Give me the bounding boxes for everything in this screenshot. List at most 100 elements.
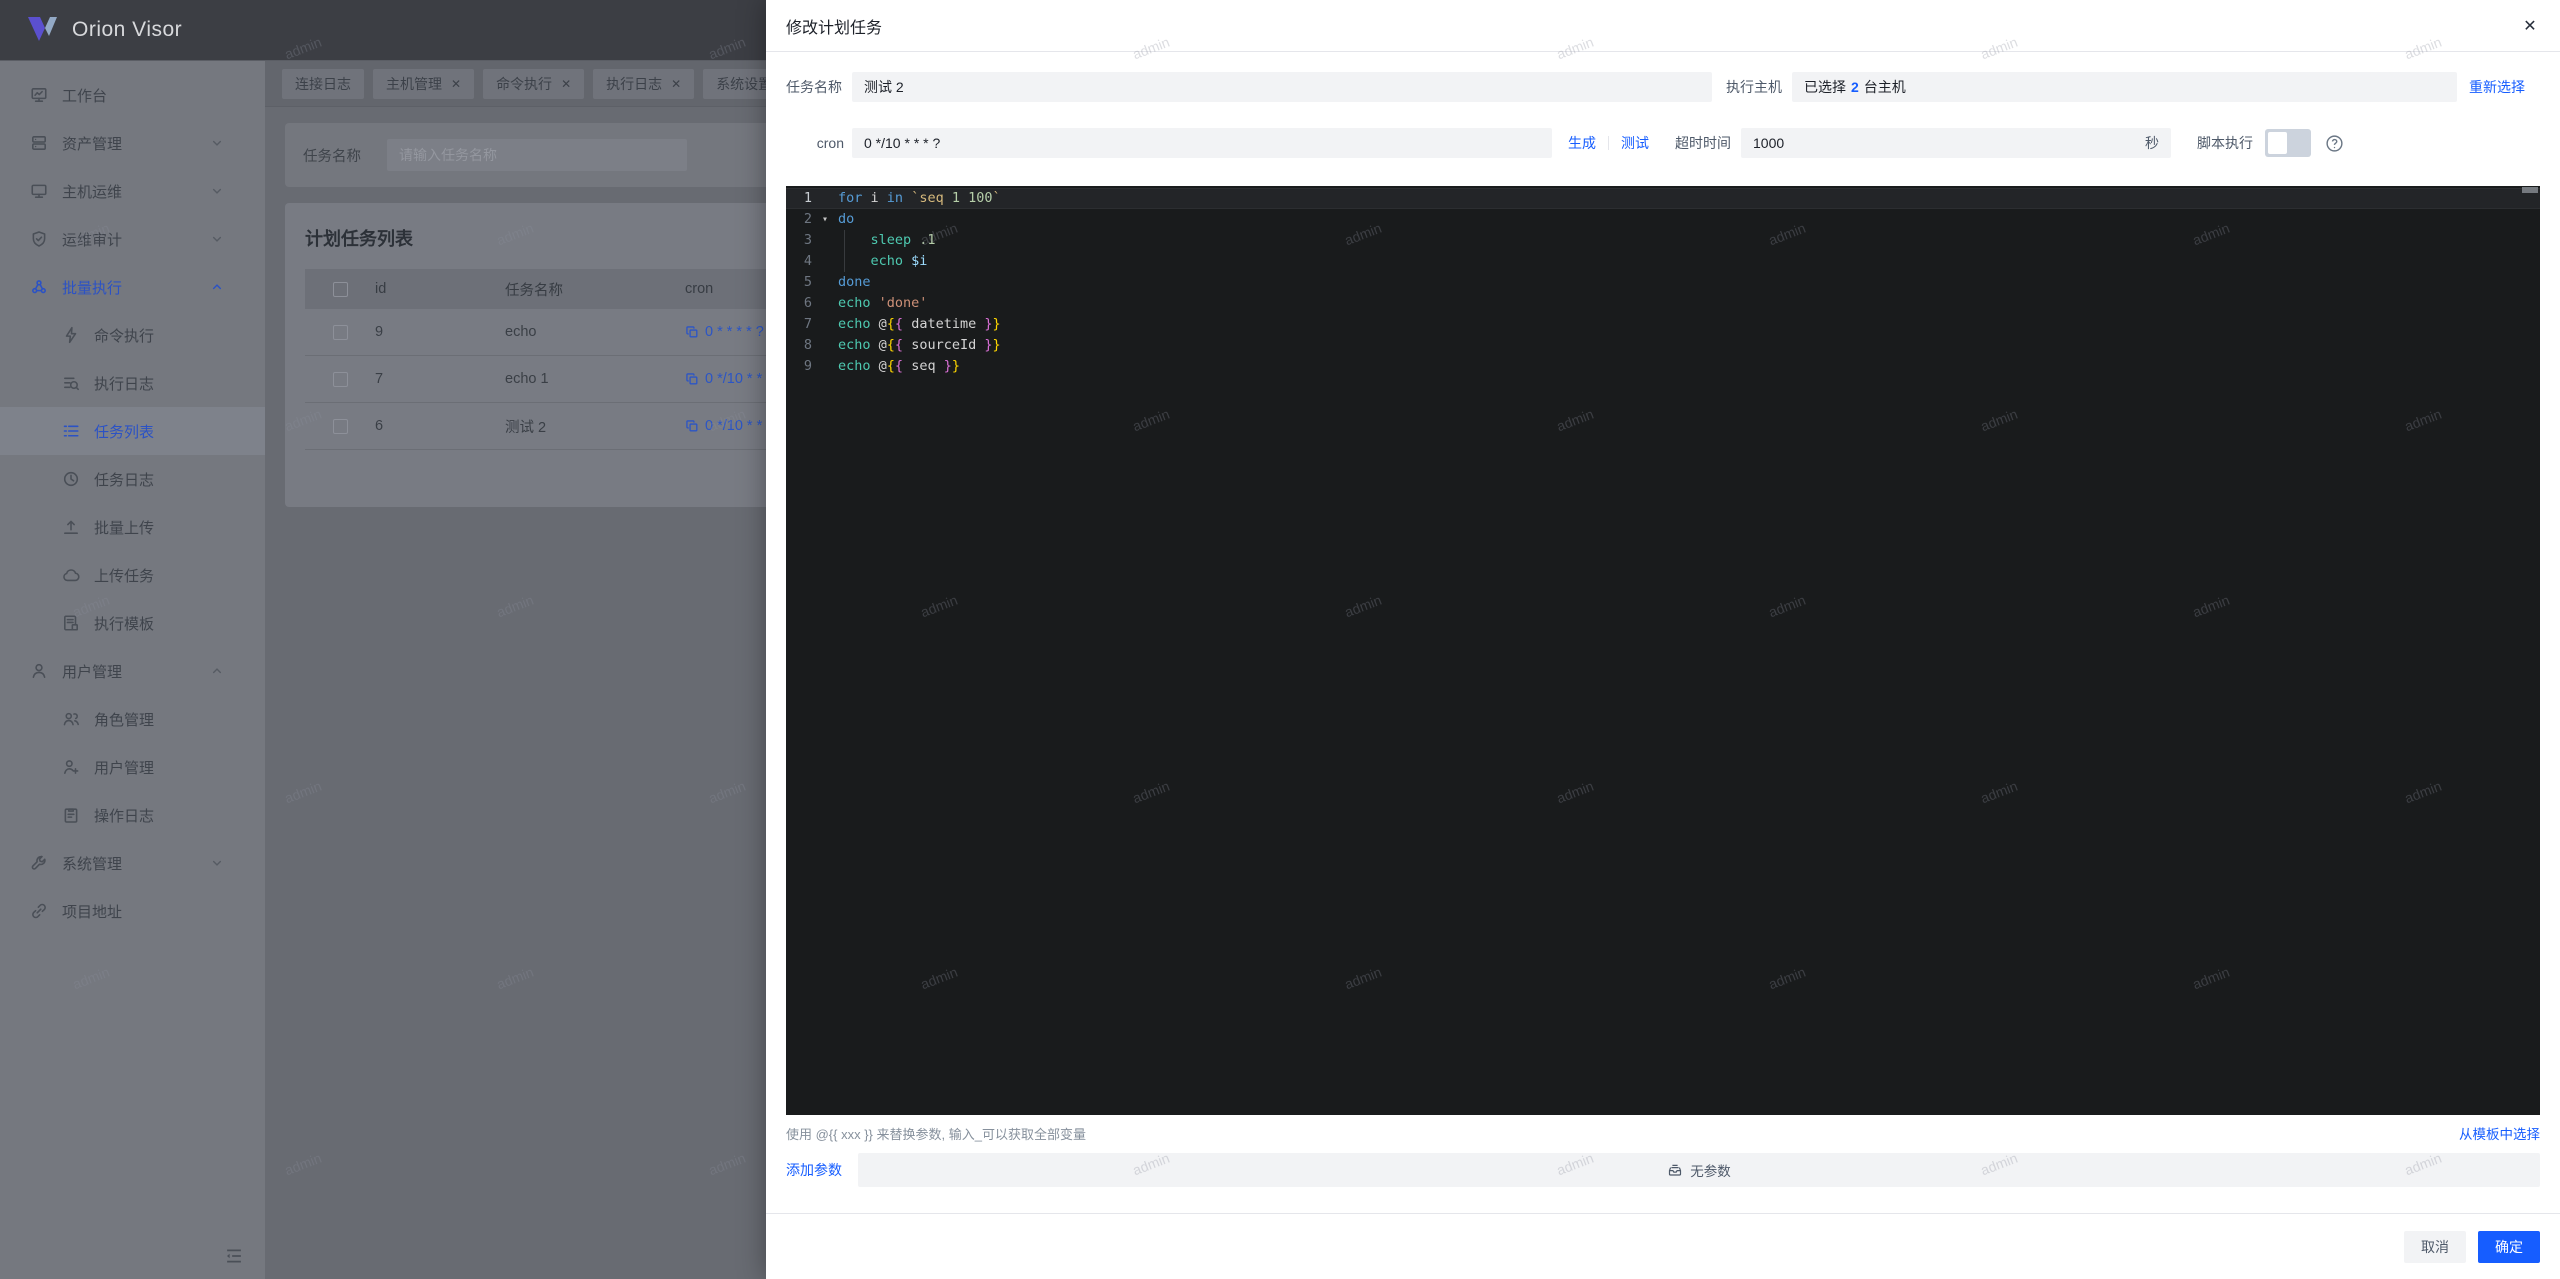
sidebar-collapse-button[interactable] <box>221 1243 247 1269</box>
question-circle-icon[interactable] <box>2325 134 2344 153</box>
sidebar-menu: 工作台资产管理主机运维运维审计批量执行命令执行执行日志任务列表任务日志批量上传上… <box>0 61 265 935</box>
script-code-editor[interactable]: 1for i in `seq 1 100`2▾do3 sleep .14 ech… <box>786 186 2540 1115</box>
cell-id: 6 <box>375 418 505 434</box>
sidebar-item-角色管理[interactable]: 角色管理 <box>0 695 265 743</box>
user-add-icon <box>62 758 80 776</box>
cancel-button[interactable]: 取消 <box>2404 1231 2466 1263</box>
code-text: echo 'done' <box>838 293 927 314</box>
modal-header: 修改计划任务 ✕ <box>766 0 2560 52</box>
no-param-text: 无参数 <box>1690 1160 1731 1180</box>
gutter-spacer <box>812 230 838 251</box>
editor-scrollbar-thumb[interactable] <box>2522 187 2538 193</box>
cell-checkbox <box>305 325 375 340</box>
sidebar-item-用户管理[interactable]: 用户管理 <box>0 647 265 695</box>
sidebar-item-运维审计[interactable]: 运维审计 <box>0 215 265 263</box>
cron-generate-link[interactable]: 生成 <box>1568 133 1596 153</box>
line-number: 1 <box>786 188 812 209</box>
cron-test-link[interactable]: 测试 <box>1621 133 1649 153</box>
chevron-down-icon <box>211 233 223 245</box>
sidebar-item-用户管理[interactable]: 用户管理 <box>0 743 265 791</box>
sidebar-item-执行模板[interactable]: 执行模板 <box>0 599 265 647</box>
task-name-label: 任务名称 <box>786 77 844 97</box>
asset-icon <box>30 134 48 152</box>
tab-连接日志[interactable]: 连接日志 <box>282 69 364 99</box>
code-line-3: 3 sleep .1 <box>786 230 2540 251</box>
sidebar-item-资产管理[interactable]: 资产管理 <box>0 119 265 167</box>
cell-task-name: 测试 2 <box>505 416 685 437</box>
row-name-host: 任务名称 测试 2 执行主机 已选择 2 台主机 重新选择 <box>766 72 2560 102</box>
close-icon[interactable]: ✕ <box>2518 14 2542 38</box>
sidebar-item-label: 资产管理 <box>62 133 122 154</box>
divider <box>1608 136 1609 150</box>
cron-copy-link[interactable]: 0 */10 * * * <box>685 371 772 387</box>
sidebar-item-项目地址[interactable]: 项目地址 <box>0 887 265 935</box>
add-param-button[interactable]: 添加参数 <box>786 1160 842 1180</box>
host-selected-prefix: 已选择 <box>1804 77 1846 97</box>
sidebar-item-批量上传[interactable]: 批量上传 <box>0 503 265 551</box>
sidebar-item-批量执行[interactable]: 批量执行 <box>0 263 265 311</box>
exec-host-label: 执行主机 <box>1726 77 1784 97</box>
sidebar-item-任务列表[interactable]: 任务列表 <box>0 407 265 455</box>
filter-task-name-input[interactable] <box>387 139 687 171</box>
tab-label: 执行日志 <box>606 74 662 94</box>
gutter-spacer <box>812 356 838 377</box>
sidebar-item-label: 工作台 <box>62 85 107 106</box>
op-log-icon <box>62 806 80 824</box>
exec-host-field[interactable]: 已选择 2 台主机 <box>1792 72 2457 102</box>
hint-row: 使用 @{{ xxx }} 来替换参数, 输入_可以获取全部变量 从模板中选择 <box>766 1123 2560 1143</box>
cron-copy-link[interactable]: 0 */10 * * * <box>685 418 772 434</box>
column-header-name: 任务名称 <box>505 279 685 300</box>
tab-执行日志[interactable]: 执行日志 ✕ <box>593 69 694 99</box>
tab-close-icon[interactable]: ✕ <box>451 77 461 91</box>
sidebar-item-命令执行[interactable]: 命令执行 <box>0 311 265 359</box>
confirm-button[interactable]: 确定 <box>2478 1231 2540 1263</box>
line-number: 5 <box>786 272 812 293</box>
select-all-checkbox[interactable] <box>333 282 348 297</box>
logo: Orion Visor <box>0 14 182 46</box>
task-name-input[interactable]: 测试 2 <box>852 72 1712 102</box>
sidebar-item-上传任务[interactable]: 上传任务 <box>0 551 265 599</box>
tab-命令执行[interactable]: 命令执行✕ <box>483 69 584 99</box>
cell-task-name: echo <box>505 324 685 340</box>
sidebar-item-label: 用户管理 <box>62 661 122 682</box>
tab-主机管理[interactable]: 主机管理✕ <box>373 69 474 99</box>
code-text: echo @{{ datetime }} <box>838 314 1001 335</box>
menu-fold-icon <box>224 1246 244 1266</box>
timeout-input[interactable]: 1000 秒 <box>1741 128 2171 158</box>
user-icon <box>30 662 48 680</box>
row-checkbox[interactable] <box>333 419 348 434</box>
column-header-id: id <box>375 281 505 297</box>
cron-value: 0 */10 * * * ? <box>864 135 940 151</box>
sidebar-item-工作台[interactable]: 工作台 <box>0 71 265 119</box>
sidebar-item-系统管理[interactable]: 系统管理 <box>0 839 265 887</box>
code-line-8: 8echo @{{ sourceId }} <box>786 335 2540 356</box>
sidebar-item-执行日志[interactable]: 执行日志 <box>0 359 265 407</box>
fold-chevron-icon[interactable]: ▾ <box>812 209 838 230</box>
script-exec-toggle[interactable] <box>2265 129 2311 157</box>
host-selected-count: 2 <box>1851 79 1859 95</box>
chevron-up-icon <box>211 281 223 293</box>
tab-close-icon[interactable]: ✕ <box>561 77 571 91</box>
sidebar-item-label: 操作日志 <box>94 805 154 826</box>
task-log-icon <box>62 470 80 488</box>
sidebar-item-label: 主机运维 <box>62 181 122 202</box>
empty-box-icon <box>1667 1162 1683 1178</box>
cell-id: 7 <box>375 371 505 387</box>
template-icon <box>62 614 80 632</box>
cron-copy-link[interactable]: 0 * * * * ? * <box>685 324 774 340</box>
sidebar-item-操作日志[interactable]: 操作日志 <box>0 791 265 839</box>
row-checkbox[interactable] <box>333 372 348 387</box>
sidebar-item-主机运维[interactable]: 主机运维 <box>0 167 265 215</box>
sidebar-item-任务日志[interactable]: 任务日志 <box>0 455 265 503</box>
timeout-unit: 秒 <box>2145 133 2159 153</box>
select-from-template-link[interactable]: 从模板中选择 <box>2459 1123 2540 1143</box>
link-icon <box>30 902 48 920</box>
tab-close-icon[interactable]: ✕ <box>671 77 681 91</box>
row-checkbox[interactable] <box>333 325 348 340</box>
sidebar-item-label: 执行模板 <box>94 613 154 634</box>
cron-input[interactable]: 0 */10 * * * ? <box>852 128 1552 158</box>
reselect-hosts-link[interactable]: 重新选择 <box>2469 77 2525 97</box>
code-line-4: 4 echo $i <box>786 251 2540 272</box>
cron-text: 0 * * * * ? * <box>705 324 774 340</box>
gutter-spacer <box>812 251 838 272</box>
